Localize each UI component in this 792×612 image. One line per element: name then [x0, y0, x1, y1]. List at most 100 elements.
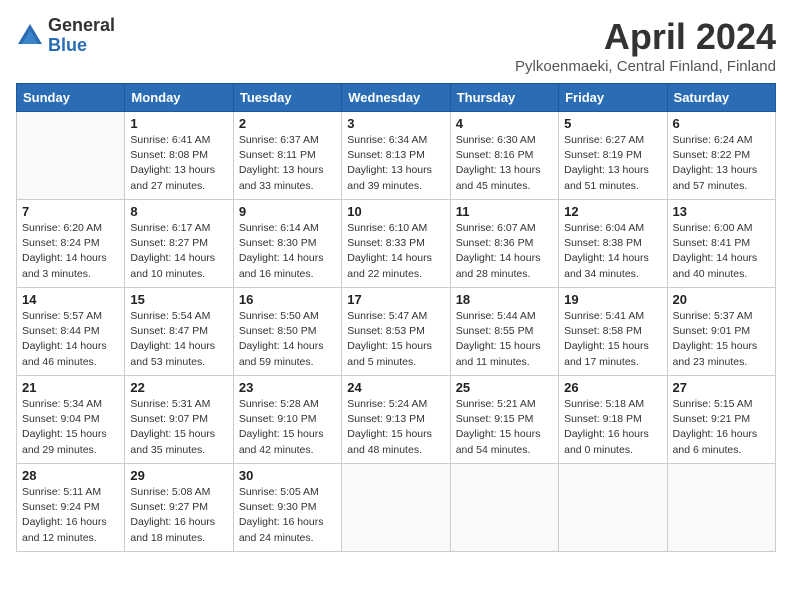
weekday-header-row: SundayMondayTuesdayWednesdayThursdayFrid… [17, 84, 776, 112]
location-title: Pylkoenmaeki, Central Finland, Finland [515, 58, 776, 75]
calendar-day: 21 Sunrise: 5:34 AMSunset: 9:04 PMDayligh… [17, 376, 125, 464]
calendar-week-2: 7 Sunrise: 6:20 AMSunset: 8:24 PMDaylight… [17, 200, 776, 288]
calendar-day: 4 Sunrise: 6:30 AMSunset: 8:16 PMDaylight… [450, 112, 558, 200]
calendar-day: 23 Sunrise: 5:28 AMSunset: 9:10 PMDayligh… [233, 376, 341, 464]
day-number: 26 [564, 380, 661, 395]
calendar-day: 1 Sunrise: 6:41 AMSunset: 8:08 PMDaylight… [125, 112, 233, 200]
day-number: 21 [22, 380, 119, 395]
day-number: 17 [347, 292, 444, 307]
day-number: 29 [130, 468, 227, 483]
day-number: 19 [564, 292, 661, 307]
calendar-week-3: 14 Sunrise: 5:57 AMSunset: 8:44 PMDayligh… [17, 288, 776, 376]
day-number: 13 [673, 204, 770, 219]
calendar-day: 5 Sunrise: 6:27 AMSunset: 8:19 PMDaylight… [559, 112, 667, 200]
logo-icon [16, 22, 44, 50]
day-info: Sunrise: 6:00 AMSunset: 8:41 PMDaylight:… [673, 221, 770, 282]
day-info: Sunrise: 6:20 AMSunset: 8:24 PMDaylight:… [22, 221, 119, 282]
day-info: Sunrise: 6:10 AMSunset: 8:33 PMDaylight:… [347, 221, 444, 282]
day-info: Sunrise: 5:41 AMSunset: 8:58 PMDaylight:… [564, 309, 661, 370]
logo: General Blue [16, 16, 115, 56]
day-info: Sunrise: 5:57 AMSunset: 8:44 PMDaylight:… [22, 309, 119, 370]
weekday-header-wednesday: Wednesday [342, 84, 450, 112]
day-info: Sunrise: 6:30 AMSunset: 8:16 PMDaylight:… [456, 133, 553, 194]
calendar-day: 3 Sunrise: 6:34 AMSunset: 8:13 PMDaylight… [342, 112, 450, 200]
month-title: April 2024 [515, 16, 776, 58]
day-info: Sunrise: 5:21 AMSunset: 9:15 PMDaylight:… [456, 397, 553, 458]
calendar-day: 19 Sunrise: 5:41 AMSunset: 8:58 PMDayligh… [559, 288, 667, 376]
day-number: 9 [239, 204, 336, 219]
day-number: 30 [239, 468, 336, 483]
calendar-day: 24Sunrise: 5:24 AMSunset: 9:13 PMDayligh… [342, 376, 450, 464]
day-number: 25 [456, 380, 553, 395]
day-info: Sunrise: 6:14 AMSunset: 8:30 PMDaylight:… [239, 221, 336, 282]
day-number: 16 [239, 292, 336, 307]
calendar-day [342, 464, 450, 552]
day-info: Sunrise: 5:11 AMSunset: 9:24 PMDaylight:… [22, 485, 119, 546]
calendar-day: 20Sunrise: 5:37 AMSunset: 9:01 PMDayligh… [667, 288, 775, 376]
calendar-day: 6Sunrise: 6:24 AMSunset: 8:22 PMDaylight… [667, 112, 775, 200]
page-header: General Blue April 2024 Pylkoenmaeki, Ce… [16, 16, 776, 75]
day-info: Sunrise: 5:37 AMSunset: 9:01 PMDaylight:… [673, 309, 770, 370]
calendar-day: 27Sunrise: 5:15 AMSunset: 9:21 PMDayligh… [667, 376, 775, 464]
calendar-day: 8 Sunrise: 6:17 AMSunset: 8:27 PMDaylight… [125, 200, 233, 288]
day-number: 7 [22, 204, 119, 219]
calendar-day: 14 Sunrise: 5:57 AMSunset: 8:44 PMDayligh… [17, 288, 125, 376]
calendar-day: 26Sunrise: 5:18 AMSunset: 9:18 PMDayligh… [559, 376, 667, 464]
day-info: Sunrise: 5:44 AMSunset: 8:55 PMDaylight:… [456, 309, 553, 370]
weekday-header-saturday: Saturday [667, 84, 775, 112]
calendar-week-5: 28 Sunrise: 5:11 AMSunset: 9:24 PMDayligh… [17, 464, 776, 552]
calendar-day [17, 112, 125, 200]
calendar-day: 13 Sunrise: 6:00 AMSunset: 8:41 PMDayligh… [667, 200, 775, 288]
day-info: Sunrise: 6:17 AMSunset: 8:27 PMDaylight:… [130, 221, 227, 282]
day-info: Sunrise: 5:47 AMSunset: 8:53 PMDaylight:… [347, 309, 444, 370]
calendar-day: 28 Sunrise: 5:11 AMSunset: 9:24 PMDayligh… [17, 464, 125, 552]
day-number: 1 [130, 116, 227, 131]
day-number: 22 [130, 380, 227, 395]
day-info: Sunrise: 6:41 AMSunset: 8:08 PMDaylight:… [130, 133, 227, 194]
day-info: Sunrise: 5:28 AMSunset: 9:10 PMDaylight:… [239, 397, 336, 458]
calendar-day: 2Sunrise: 6:37 AMSunset: 8:11 PMDaylight… [233, 112, 341, 200]
day-info: Sunrise: 6:24 AMSunset: 8:22 PMDaylight:… [673, 133, 770, 194]
calendar-day: 9 Sunrise: 6:14 AMSunset: 8:30 PMDaylight… [233, 200, 341, 288]
day-number: 5 [564, 116, 661, 131]
weekday-header-friday: Friday [559, 84, 667, 112]
day-number: 14 [22, 292, 119, 307]
calendar-day: 7 Sunrise: 6:20 AMSunset: 8:24 PMDaylight… [17, 200, 125, 288]
day-number: 28 [22, 468, 119, 483]
logo-blue-text: Blue [48, 36, 115, 56]
day-info: Sunrise: 5:24 AMSunset: 9:13 PMDaylight:… [347, 397, 444, 458]
weekday-header-thursday: Thursday [450, 84, 558, 112]
day-number: 27 [673, 380, 770, 395]
day-number: 15 [130, 292, 227, 307]
day-number: 18 [456, 292, 553, 307]
calendar-table: SundayMondayTuesdayWednesdayThursdayFrid… [16, 83, 776, 552]
day-number: 23 [239, 380, 336, 395]
day-number: 3 [347, 116, 444, 131]
logo-text: General Blue [48, 16, 115, 56]
day-number: 4 [456, 116, 553, 131]
calendar-day [559, 464, 667, 552]
title-block: April 2024 Pylkoenmaeki, Central Finland… [515, 16, 776, 75]
calendar-day: 11Sunrise: 6:07 AMSunset: 8:36 PMDayligh… [450, 200, 558, 288]
day-number: 8 [130, 204, 227, 219]
day-info: Sunrise: 6:27 AMSunset: 8:19 PMDaylight:… [564, 133, 661, 194]
day-number: 2 [239, 116, 336, 131]
calendar-week-1: 1 Sunrise: 6:41 AMSunset: 8:08 PMDaylight… [17, 112, 776, 200]
calendar-day: 16Sunrise: 5:50 AMSunset: 8:50 PMDayligh… [233, 288, 341, 376]
calendar-day: 12Sunrise: 6:04 AMSunset: 8:38 PMDayligh… [559, 200, 667, 288]
day-info: Sunrise: 5:54 AMSunset: 8:47 PMDaylight:… [130, 309, 227, 370]
calendar-day: 30Sunrise: 5:05 AMSunset: 9:30 PMDayligh… [233, 464, 341, 552]
calendar-day [450, 464, 558, 552]
day-number: 10 [347, 204, 444, 219]
calendar-day: 18 Sunrise: 5:44 AMSunset: 8:55 PMDayligh… [450, 288, 558, 376]
day-info: Sunrise: 6:34 AMSunset: 8:13 PMDaylight:… [347, 133, 444, 194]
day-info: Sunrise: 6:04 AMSunset: 8:38 PMDaylight:… [564, 221, 661, 282]
day-info: Sunrise: 5:34 AMSunset: 9:04 PMDaylight:… [22, 397, 119, 458]
calendar-day: 17 Sunrise: 5:47 AMSunset: 8:53 PMDayligh… [342, 288, 450, 376]
day-info: Sunrise: 5:08 AMSunset: 9:27 PMDaylight:… [130, 485, 227, 546]
calendar-week-4: 21 Sunrise: 5:34 AMSunset: 9:04 PMDayligh… [17, 376, 776, 464]
calendar-day: 29 Sunrise: 5:08 AMSunset: 9:27 PMDayligh… [125, 464, 233, 552]
weekday-header-tuesday: Tuesday [233, 84, 341, 112]
weekday-header-sunday: Sunday [17, 84, 125, 112]
calendar-day: 25 Sunrise: 5:21 AMSunset: 9:15 PMDayligh… [450, 376, 558, 464]
